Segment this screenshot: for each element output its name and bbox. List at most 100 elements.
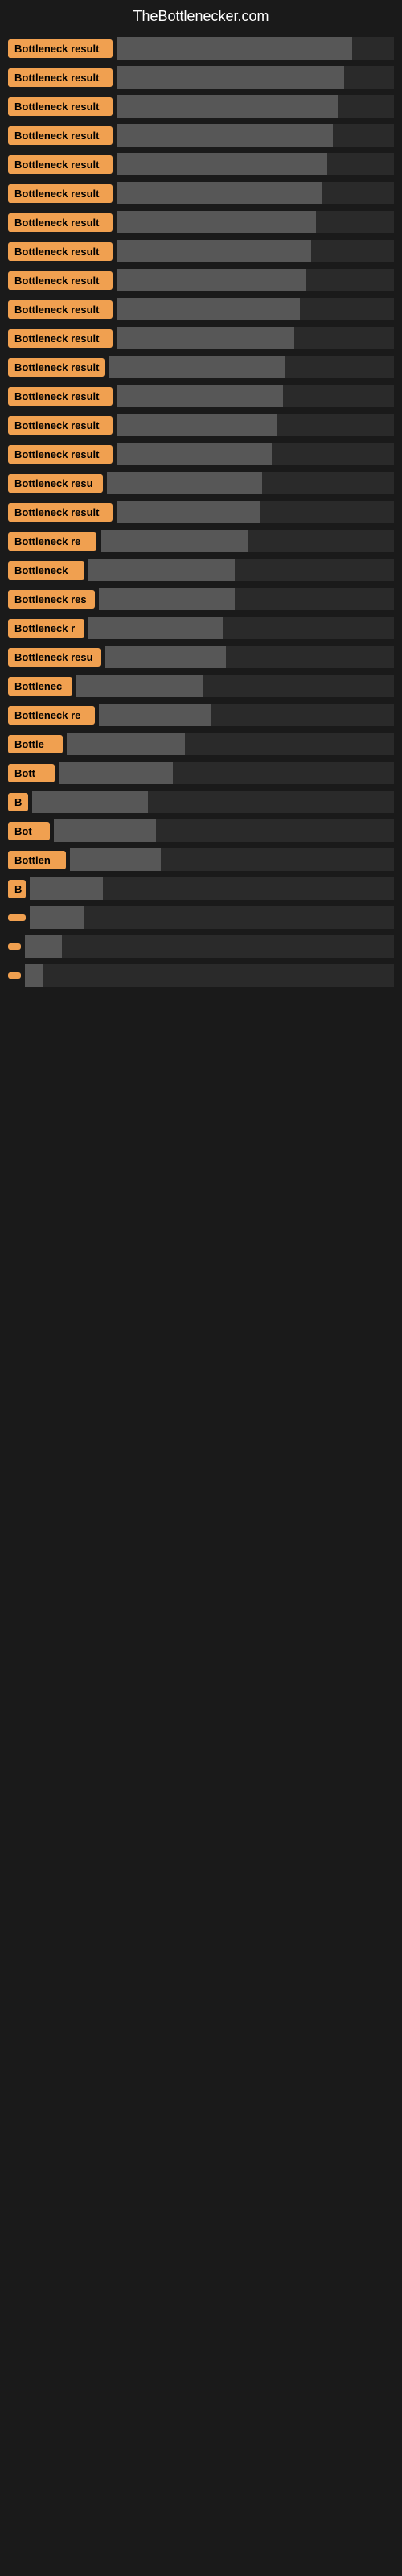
list-item[interactable]: Bottleneck re bbox=[8, 704, 394, 726]
list-item[interactable]: B bbox=[8, 877, 394, 900]
bar-fill bbox=[70, 848, 161, 871]
bar-fill bbox=[88, 617, 223, 639]
bar-background bbox=[117, 211, 394, 233]
list-item[interactable]: Bottleneck result bbox=[8, 240, 394, 262]
bar-background bbox=[117, 298, 394, 320]
bottleneck-badge: Bott bbox=[8, 764, 55, 782]
bar-fill bbox=[30, 877, 103, 900]
bottleneck-badge: Bottleneck result bbox=[8, 300, 113, 319]
bar-fill bbox=[117, 269, 306, 291]
bar-fill bbox=[117, 66, 344, 89]
list-item[interactable]: Bottleneck result bbox=[8, 95, 394, 118]
bar-background bbox=[30, 906, 394, 929]
bar-fill bbox=[117, 298, 300, 320]
bar-background bbox=[117, 124, 394, 147]
bottleneck-badge: B bbox=[8, 880, 26, 898]
bar-fill bbox=[99, 704, 211, 726]
list-item[interactable]: Bottleneck result bbox=[8, 356, 394, 378]
bottleneck-badge: Bottleneck result bbox=[8, 213, 113, 232]
list-item[interactable]: Bottleneck result bbox=[8, 501, 394, 523]
list-item[interactable]: Bottleneck result bbox=[8, 211, 394, 233]
bottleneck-badge: Bottleneck re bbox=[8, 532, 96, 551]
bottleneck-badge: Bot bbox=[8, 822, 50, 840]
site-title: TheBottlenecker.com bbox=[0, 0, 402, 37]
bar-background bbox=[25, 964, 394, 987]
list-item[interactable]: Bottleneck result bbox=[8, 298, 394, 320]
list-item[interactable]: Bot bbox=[8, 819, 394, 842]
list-item[interactable]: Bottle bbox=[8, 733, 394, 755]
bottleneck-badge: Bottleneck resu bbox=[8, 474, 103, 493]
bottleneck-badge: Bottleneck result bbox=[8, 271, 113, 290]
list-item[interactable]: Bottleneck result bbox=[8, 385, 394, 407]
list-item[interactable]: Bottleneck result bbox=[8, 269, 394, 291]
bar-background bbox=[88, 559, 394, 581]
bar-fill bbox=[117, 182, 322, 204]
bar-background bbox=[117, 153, 394, 175]
bar-fill bbox=[32, 791, 148, 813]
bar-fill bbox=[107, 472, 262, 494]
list-item[interactable]: Bottleneck re bbox=[8, 530, 394, 552]
bar-background bbox=[76, 675, 394, 697]
bar-background bbox=[117, 240, 394, 262]
list-item[interactable]: Bottleneck result bbox=[8, 327, 394, 349]
list-item[interactable] bbox=[8, 935, 394, 958]
bottleneck-badge: Bottleneck result bbox=[8, 155, 113, 174]
list-item[interactable]: Bottleneck resu bbox=[8, 472, 394, 494]
bottleneck-badge: B bbox=[8, 793, 28, 811]
list-item[interactable]: Bottleneck result bbox=[8, 443, 394, 465]
list-item[interactable]: Bottleneck resu bbox=[8, 646, 394, 668]
bottleneck-badge: Bottleneck result bbox=[8, 39, 113, 58]
bottleneck-badge: Bottleneck result bbox=[8, 358, 105, 377]
bottleneck-badge: Bottleneck bbox=[8, 561, 84, 580]
list-item[interactable]: Bott bbox=[8, 762, 394, 784]
list-item[interactable]: Bottleneck result bbox=[8, 66, 394, 89]
bar-fill bbox=[117, 37, 352, 60]
list-item[interactable]: Bottlenec bbox=[8, 675, 394, 697]
bar-background bbox=[117, 501, 394, 523]
bar-fill bbox=[117, 153, 327, 175]
list-item[interactable]: Bottleneck r bbox=[8, 617, 394, 639]
list-item[interactable] bbox=[8, 906, 394, 929]
bar-background bbox=[105, 646, 394, 668]
bottleneck-badge bbox=[8, 914, 26, 921]
list-item[interactable]: Bottleneck result bbox=[8, 124, 394, 147]
bar-background bbox=[117, 443, 394, 465]
list-item[interactable]: Bottleneck result bbox=[8, 37, 394, 60]
bottleneck-badge: Bottlenec bbox=[8, 677, 72, 696]
bar-fill bbox=[105, 646, 226, 668]
bottleneck-badge: Bottleneck resu bbox=[8, 648, 100, 667]
list-item[interactable]: Bottleneck result bbox=[8, 414, 394, 436]
bottleneck-badge: Bottleneck r bbox=[8, 619, 84, 638]
list-item[interactable]: Bottleneck result bbox=[8, 182, 394, 204]
list-item[interactable]: Bottleneck result bbox=[8, 153, 394, 175]
bottleneck-badge bbox=[8, 943, 21, 950]
bar-background bbox=[117, 414, 394, 436]
list-item[interactable]: Bottlen bbox=[8, 848, 394, 871]
bar-background bbox=[99, 704, 394, 726]
bar-fill bbox=[109, 356, 285, 378]
list-item[interactable]: Bottleneck res bbox=[8, 588, 394, 610]
bottleneck-badge: Bottleneck result bbox=[8, 503, 113, 522]
list-item[interactable]: B bbox=[8, 791, 394, 813]
bar-background bbox=[117, 327, 394, 349]
bottleneck-badge: Bottleneck result bbox=[8, 416, 113, 435]
bar-background bbox=[25, 935, 394, 958]
bottleneck-badge bbox=[8, 972, 21, 979]
bar-fill bbox=[117, 240, 311, 262]
bar-fill bbox=[88, 559, 235, 581]
bottleneck-badge: Bottleneck re bbox=[8, 706, 95, 724]
bar-fill bbox=[117, 501, 260, 523]
bottleneck-badge: Bottleneck result bbox=[8, 387, 113, 406]
bar-fill bbox=[117, 124, 333, 147]
bar-fill bbox=[117, 211, 316, 233]
bar-fill bbox=[25, 964, 43, 987]
bar-background bbox=[88, 617, 394, 639]
bottleneck-badge: Bottlen bbox=[8, 851, 66, 869]
bar-background bbox=[109, 356, 394, 378]
bottleneck-badge: Bottleneck result bbox=[8, 242, 113, 261]
bar-fill bbox=[99, 588, 235, 610]
bar-background bbox=[30, 877, 394, 900]
list-item[interactable]: Bottleneck bbox=[8, 559, 394, 581]
bar-background bbox=[117, 269, 394, 291]
list-item[interactable] bbox=[8, 964, 394, 987]
